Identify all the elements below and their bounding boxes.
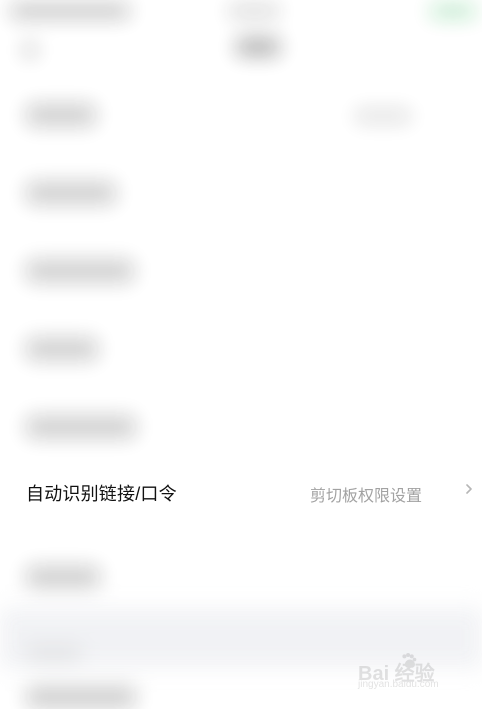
watermark: Bai 经验 jingyan.baidu.com: [358, 649, 458, 697]
row-value: 剪切板权限设置: [309, 488, 422, 505]
settings-row-blur-7[interactable]: [0, 668, 482, 709]
row-label-blur: [26, 260, 134, 282]
divider: [20, 312, 460, 313]
status-bar: [0, 0, 482, 24]
battery-icon: [430, 5, 476, 17]
row-label-blur: [26, 338, 98, 360]
settings-row-blur-2[interactable]: [0, 156, 482, 234]
settings-row-blur-4[interactable]: [0, 312, 482, 390]
row-label-blur: [26, 104, 96, 126]
settings-row-blur-1[interactable]: [0, 78, 482, 156]
row-label-blur: [26, 416, 136, 438]
row-value-blur: [354, 108, 412, 124]
divider: [20, 156, 460, 157]
page-title-blur: [236, 38, 280, 56]
settings-screen: 自动识别链接/口令 剪切板权限设置 Bai 经验 jingyan.baidu.c…: [0, 0, 482, 709]
section-label-blur: [26, 646, 82, 662]
settings-row-blur-6[interactable]: [0, 540, 482, 618]
watermark-url: jingyan.baidu.com: [358, 679, 439, 690]
settings-row-auto-link[interactable]: 自动识别链接/口令 剪切板权限设置: [0, 462, 482, 522]
divider: [20, 234, 460, 235]
watermark-brand: Bai 经验: [358, 663, 435, 685]
section-break: [0, 608, 482, 668]
row-label-blur: [26, 182, 116, 204]
settings-row-blur-3[interactable]: [0, 234, 482, 312]
back-icon[interactable]: [22, 42, 38, 58]
blurred-background: [0, 0, 482, 709]
chevron-right-icon: [464, 484, 474, 494]
row-label: 自动识别链接/口令: [26, 484, 177, 504]
paw-icon: [402, 652, 417, 668]
row-label-blur: [26, 686, 136, 708]
top-bar: [0, 24, 482, 78]
status-center-blur: [228, 6, 280, 16]
row-label-blur: [26, 566, 100, 588]
status-left-blur: [10, 5, 130, 17]
divider: [20, 390, 460, 391]
settings-row-blur-5[interactable]: [0, 390, 482, 468]
